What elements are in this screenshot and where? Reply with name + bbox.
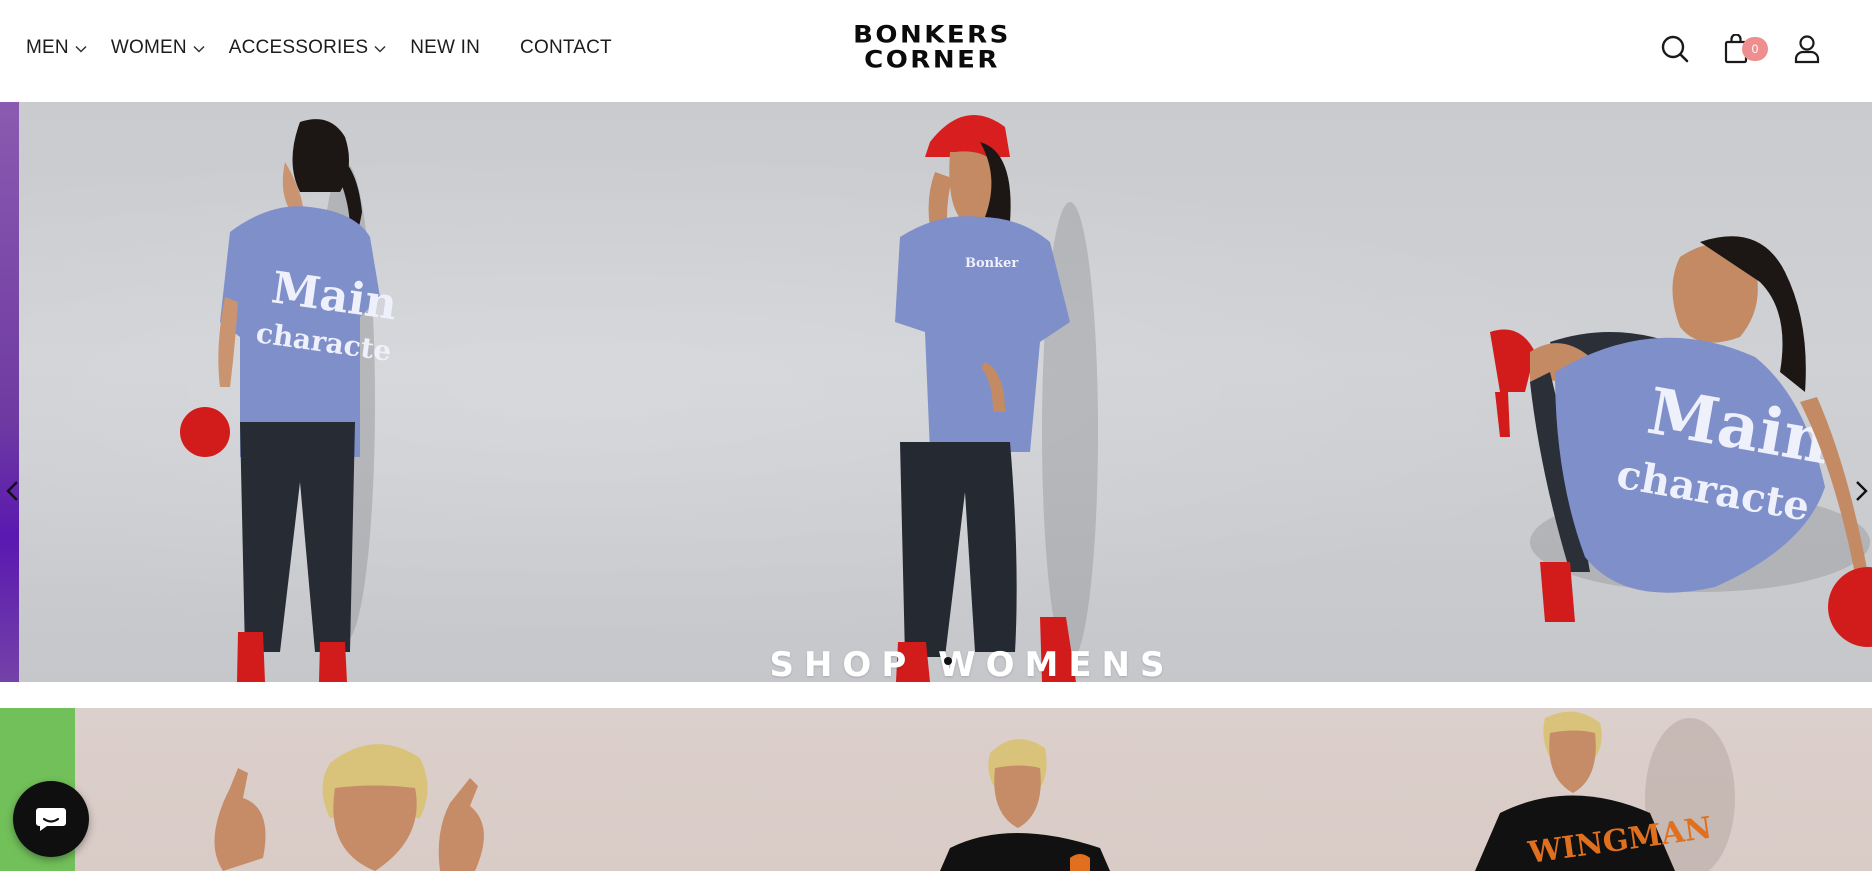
live-chat-button[interactable] bbox=[13, 781, 89, 857]
nav-item-men[interactable]: MEN bbox=[26, 37, 87, 59]
hero-banner-womens[interactable]: Main characte Bonker Main characte bbox=[0, 102, 1872, 682]
chevron-down-icon bbox=[75, 45, 87, 53]
next-slide-button[interactable] bbox=[1852, 480, 1870, 507]
nav-item-contact[interactable]: CONTACT bbox=[520, 37, 612, 59]
nav-label-new-in: NEW IN bbox=[410, 37, 481, 58]
previous-slide-button[interactable] bbox=[4, 480, 22, 507]
cart-count-badge: 0 bbox=[1742, 37, 1768, 61]
shop-womens-link[interactable]: SHOP WOMENS bbox=[0, 645, 1872, 685]
chevron-down-icon bbox=[193, 45, 205, 53]
nav-item-new-in[interactable]: NEW IN bbox=[410, 37, 480, 59]
search-icon bbox=[1661, 35, 1689, 63]
user-icon bbox=[1794, 35, 1820, 64]
model-seated-image: Main characte bbox=[1490, 236, 1872, 647]
site-header: MEN WOMEN ACCESSORIES NEW IN CONTACT BON… bbox=[0, 0, 1872, 102]
nav-label-men: MEN bbox=[26, 37, 69, 58]
previous-slide-peek bbox=[0, 102, 19, 682]
svg-text:Bonker: Bonker bbox=[965, 256, 1018, 271]
chevron-left-icon bbox=[6, 481, 18, 501]
model-back-view-image: Main characte bbox=[180, 119, 400, 682]
brand-logo[interactable]: BONKERS CORNER bbox=[838, 23, 1026, 73]
logo-line-2: CORNER bbox=[864, 46, 1000, 74]
main-nav: MEN WOMEN ACCESSORIES NEW IN CONTACT bbox=[26, 37, 636, 59]
nav-label-contact: CONTACT bbox=[520, 37, 612, 58]
hero-banner-mens[interactable]: WINGMAN bbox=[0, 708, 1872, 871]
slide-dot-active[interactable] bbox=[944, 657, 952, 665]
logo-line-1: BONKERS bbox=[853, 21, 1011, 50]
model-black-tee-image bbox=[940, 739, 1110, 871]
nav-label-women: WOMEN bbox=[110, 37, 187, 58]
chat-bubble-icon bbox=[36, 808, 66, 831]
chevron-right-icon bbox=[1856, 481, 1868, 501]
chevron-down-icon bbox=[374, 45, 386, 53]
nav-item-accessories[interactable]: ACCESSORIES bbox=[229, 37, 386, 59]
search-button[interactable] bbox=[1660, 34, 1690, 69]
model-wingman-tee-image: WINGMAN bbox=[1475, 711, 1735, 871]
nav-label-accessories: ACCESSORIES bbox=[228, 37, 369, 58]
nav-item-women[interactable]: WOMEN bbox=[111, 37, 205, 59]
account-button[interactable] bbox=[1793, 34, 1821, 69]
slide-indicator bbox=[944, 657, 952, 665]
model-finger-guns-image bbox=[214, 744, 484, 871]
model-front-helmet-image: Bonker bbox=[895, 115, 1098, 682]
